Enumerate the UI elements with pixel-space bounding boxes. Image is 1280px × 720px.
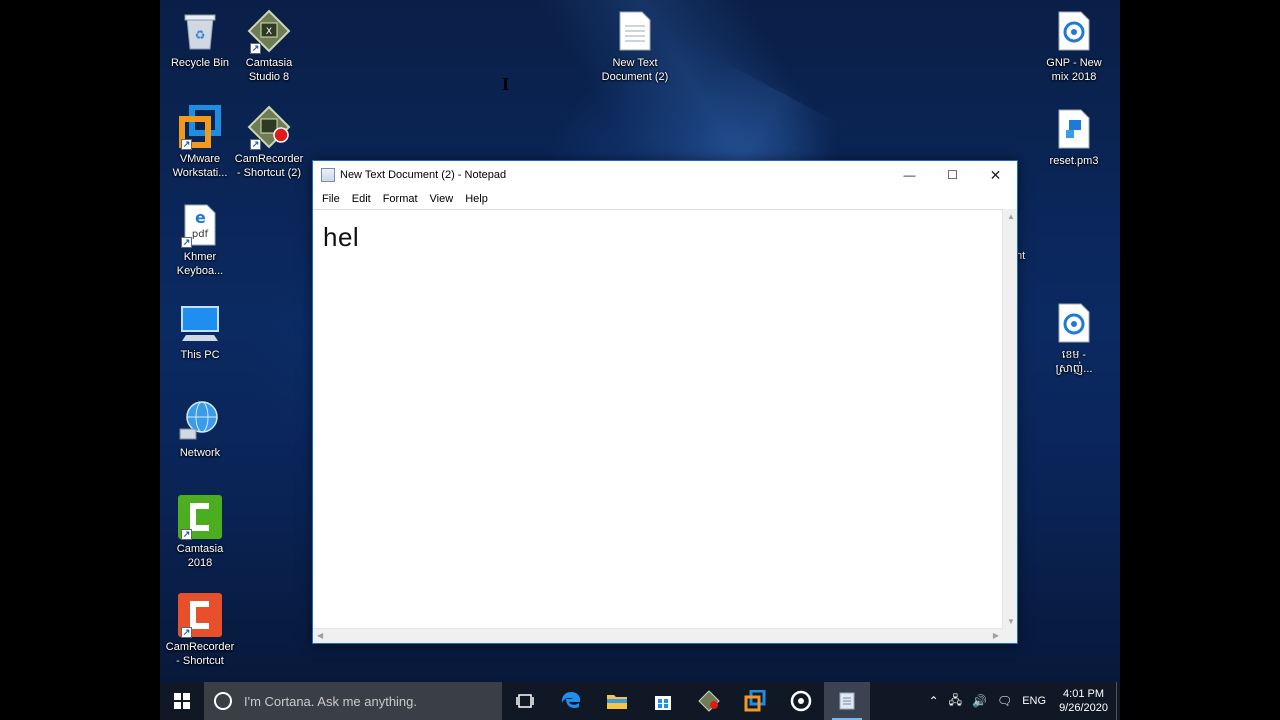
cortana-placeholder: I'm Cortana. Ask me anything.: [244, 693, 418, 709]
desktop-icon-label: reset.pm3: [1049, 155, 1099, 167]
taskbar-vmware[interactable]: [732, 682, 778, 720]
menu-help[interactable]: Help: [460, 193, 493, 205]
clock[interactable]: 4:01 PM 9/26/2020: [1059, 687, 1108, 715]
text-editor-area[interactable]: hel: [313, 209, 1003, 629]
audio-file-icon: [1051, 8, 1097, 54]
notepad-window[interactable]: New Text Document (2) - Notepad — ☐ ✕ Fi…: [312, 160, 1018, 644]
svg-text:♻: ♻: [195, 28, 206, 42]
text-file-icon: [612, 8, 658, 54]
edge-browser-icon: [561, 692, 581, 709]
desktop-icon-label: CamRecorder - Shortcut: [165, 641, 235, 667]
computer-icon: [177, 300, 223, 346]
task-view-icon: [516, 694, 534, 708]
camrecorder-icon: ↗: [246, 104, 292, 150]
cortana-search-box[interactable]: I'm Cortana. Ask me anything.: [204, 682, 502, 720]
taskbar-notepad[interactable]: [824, 682, 870, 720]
taskbar-file-explorer[interactable]: [594, 682, 640, 720]
taskbar: I'm Cortana. Ask me anything. ⌃ 🖧 🔊 🗨 EN…: [160, 682, 1120, 720]
desktop-icon-khmer-audio[interactable]: ខេម - ស្រាញ់...: [1034, 300, 1114, 376]
desktop-icon-label: Network: [179, 447, 221, 459]
media-player-icon: [790, 690, 812, 712]
show-desktop-button[interactable]: [1116, 682, 1120, 720]
network-globe-icon: [177, 398, 223, 444]
editor-content: hel: [323, 222, 360, 252]
desktop-icon-reset-pm3[interactable]: reset.pm3: [1034, 106, 1114, 168]
desktop-icon-camrecorder-shortcut[interactable]: ↗ CamRecorder - Shortcut: [160, 592, 240, 668]
camrecorder-icon: [698, 690, 720, 712]
desktop-icon-network[interactable]: Network: [160, 398, 240, 460]
folder-icon: [607, 695, 627, 709]
audio-file-icon: [1051, 300, 1097, 346]
desktop-icon-label: Camtasia 2018: [176, 543, 224, 569]
menu-file[interactable]: File: [317, 193, 345, 205]
desktop-icon-label: CamRecorder - Shortcut (2): [234, 153, 304, 179]
desktop-icon-label: GNP - New mix 2018: [1046, 57, 1102, 83]
menu-format[interactable]: Format: [378, 193, 423, 205]
desktop-icon-label: ខេម - ស្រាញ់...: [1055, 349, 1093, 375]
clock-date: 9/26/2020: [1059, 702, 1108, 714]
vmware-icon: [744, 690, 766, 712]
action-center-icon[interactable]: 🗨: [997, 694, 1012, 708]
windows-logo-icon: [174, 693, 190, 709]
start-button[interactable]: [160, 682, 204, 720]
desktop-icon-camtasia-studio-8[interactable]: X ↗ Camtasia Studio 8: [229, 8, 309, 84]
camtasia-8-icon: X ↗: [246, 8, 292, 54]
vertical-scrollbar[interactable]: ▲ ▼: [1002, 209, 1017, 629]
vmware-icon: ↗: [177, 104, 223, 150]
menu-view[interactable]: View: [425, 193, 459, 205]
task-view-button[interactable]: [502, 682, 548, 720]
desktop-icon-camtasia-2018[interactable]: ↗ Camtasia 2018: [160, 494, 240, 570]
taskbar-camrecorder[interactable]: [686, 682, 732, 720]
desktop-icon-label: Khmer Keyboa...: [176, 251, 224, 277]
desktop-icon-label: New Text Document (2): [601, 57, 669, 83]
camtasia-2018-icon: ↗: [177, 494, 223, 540]
desktop-icon-recycle-bin[interactable]: ♻ Recycle Bin: [160, 8, 240, 70]
notepad-app-icon: [321, 168, 335, 182]
desktop-icon-vmware[interactable]: ↗ VMware Workstati...: [160, 104, 240, 180]
title-bar[interactable]: New Text Document (2) - Notepad — ☐ ✕: [313, 161, 1017, 189]
clock-time: 4:01 PM: [1063, 688, 1105, 700]
maximize-button[interactable]: ☐: [931, 161, 974, 189]
svg-text:pdf: pdf: [192, 229, 209, 240]
taskbar-edge[interactable]: [548, 682, 594, 720]
desktop-icon-label: Camtasia Studio 8: [245, 57, 293, 83]
system-tray: ⌃ 🖧 🔊 🗨 ENG 4:01 PM 9/26/2020: [924, 682, 1120, 720]
horizontal-scrollbar[interactable]: ◀ ▶: [313, 628, 1003, 643]
desktop-icon-camrecorder-shortcut-2[interactable]: ↗ CamRecorder - Shortcut (2): [229, 104, 309, 180]
desktop-icon-this-pc[interactable]: This PC: [160, 300, 240, 362]
network-status-icon[interactable]: 🖧: [949, 691, 962, 712]
desktop: ♻ Recycle Bin X ↗ Camtasia Studio 8 ↗ VM…: [160, 0, 1120, 720]
taskbar-store[interactable]: [640, 682, 686, 720]
store-bag-icon: [655, 696, 671, 710]
menu-bar: File Edit Format View Help: [313, 189, 1017, 209]
desktop-icon-label: Recycle Bin: [170, 57, 230, 69]
desktop-icon-new-text-document-2[interactable]: New Text Document (2): [595, 8, 675, 84]
close-button[interactable]: ✕: [974, 161, 1017, 189]
desktop-icon-label: VMware Workstati...: [172, 153, 228, 179]
taskbar-media-player[interactable]: [778, 682, 824, 720]
text-cursor-icon: I: [502, 74, 510, 94]
volume-icon[interactable]: 🔊: [972, 694, 987, 708]
notepad-icon: [839, 692, 855, 710]
desktop-icon-label: This PC: [180, 349, 220, 361]
scrollbar-corner: [1002, 628, 1017, 643]
desktop-icon-khmer-keyboard[interactable]: e pdf ↗ Khmer Keyboa...: [160, 202, 240, 278]
menu-edit[interactable]: Edit: [347, 193, 376, 205]
svg-text:e: e: [195, 208, 206, 227]
minimize-button[interactable]: —: [888, 161, 931, 189]
pdf-document-icon: e pdf ↗: [177, 202, 223, 248]
recycle-bin-icon: ♻: [177, 8, 223, 54]
language-indicator[interactable]: ENG: [1022, 695, 1046, 707]
svg-text:X: X: [266, 27, 272, 37]
camrecorder-red-icon: ↗: [177, 592, 223, 638]
desktop-icon-gnp-new-mix[interactable]: GNP - New mix 2018: [1034, 8, 1114, 84]
show-hidden-icons-chevron-icon[interactable]: ⌃: [929, 694, 939, 708]
document-file-icon: [1051, 106, 1097, 152]
cortana-icon: [214, 692, 232, 710]
window-title: New Text Document (2) - Notepad: [340, 169, 507, 181]
